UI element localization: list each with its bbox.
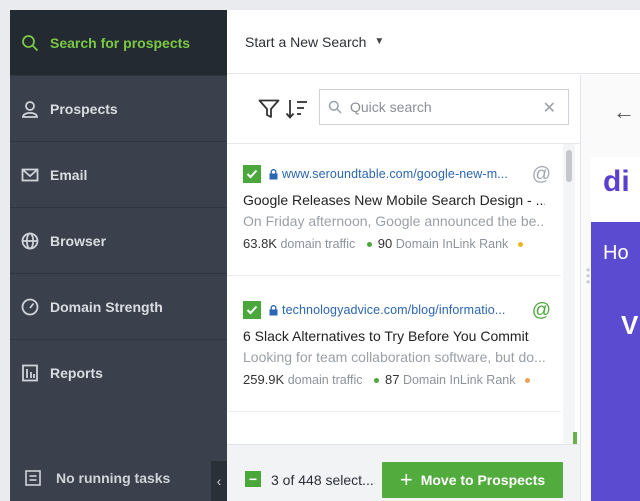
preview-banner: Ho V <box>591 222 640 501</box>
inlink-rank-label: Domain InLink Rank <box>395 237 509 251</box>
quick-search-input[interactable] <box>348 98 532 116</box>
search-icon <box>21 34 39 52</box>
lock-icon <box>269 304 278 315</box>
sidebar-item-domain-strength[interactable]: Domain Strength <box>10 274 227 340</box>
move-to-prospects-button[interactable]: + Move to Prospects <box>382 462 563 498</box>
check-icon <box>246 169 258 179</box>
search-icon <box>328 100 342 114</box>
domain-traffic-label: domain traffic <box>280 237 356 251</box>
result-checkbox[interactable] <box>243 301 261 319</box>
page-preview: di Ho V <box>591 157 640 501</box>
result-url[interactable]: www.seroundtable.com/google-new-m... <box>282 167 522 181</box>
sidebar-item-label: Reports <box>50 365 103 381</box>
domain-traffic-value: 259.9K <box>243 372 285 387</box>
tasks-icon <box>25 470 41 486</box>
preview-banner-text: Ho <box>603 242 629 264</box>
rank-dot-icon <box>366 241 372 247</box>
search-selector-label: Start a New Search <box>245 33 367 50</box>
move-to-prospects-label: Move to Prospects <box>420 472 546 488</box>
chevron-down-icon: ▼ <box>374 36 385 47</box>
selection-bar: − 3 of 448 select... + Move to Prospects <box>227 444 580 501</box>
clear-search-icon[interactable]: ✕ <box>543 98 556 118</box>
domain-traffic-label: domain traffic <box>287 373 363 387</box>
report-icon <box>21 364 39 382</box>
sidebar-item-label: Prospects <box>50 100 118 117</box>
status-dot-icon <box>524 377 530 383</box>
sidebar: Search for prospects Prospects Email Bro… <box>10 10 227 501</box>
result-stats: 63.8K domain traffic 90 Domain InLink Ra… <box>243 236 545 251</box>
quick-search-box: ✕ <box>319 89 569 125</box>
sidebar-item-search-for-prospects[interactable]: Search for prospects <box>10 10 227 76</box>
rank-dot-icon <box>373 377 379 383</box>
search-selector[interactable]: Start a New Search ▼ <box>227 10 640 74</box>
list-item[interactable]: technologyadvice.com/blog/informatio... … <box>227 280 561 412</box>
results-toolbar: ✕ <box>227 75 580 144</box>
filter-icon[interactable] <box>257 97 281 121</box>
result-checkbox[interactable] <box>243 165 261 183</box>
gauge-icon <box>21 298 39 316</box>
sidebar-item-label: Browser <box>50 232 107 249</box>
check-icon <box>246 305 258 315</box>
envelope-icon <box>21 166 39 184</box>
selection-count: 3 of 448 select... <box>271 472 374 488</box>
result-stats: 259.9K domain traffic 87 Domain InLink R… <box>243 372 545 387</box>
sort-icon[interactable] <box>285 97 309 121</box>
sidebar-item-label: Email <box>50 166 88 183</box>
result-description: On Friday afternoon, Google announced th… <box>243 213 545 229</box>
list-item[interactable]: www.seroundtable.com/google-new-m... @ G… <box>227 144 561 276</box>
results-panel: ✕ www.seroundtable.com/google-new-m... @… <box>227 75 581 501</box>
result-description: Looking for team collaboration software,… <box>243 349 545 365</box>
plus-icon: + <box>399 467 413 492</box>
inlink-rank-value: 87 <box>384 372 400 387</box>
globe-icon <box>21 232 39 250</box>
lock-icon <box>269 168 278 179</box>
results-list: www.seroundtable.com/google-new-m... @ G… <box>227 144 580 444</box>
resize-handle[interactable]: • • • <box>586 264 590 288</box>
sidebar-item-email[interactable]: Email <box>10 142 227 208</box>
collapse-sidebar-button[interactable]: ‹ <box>211 461 227 501</box>
user-icon <box>21 100 39 118</box>
sidebar-item-prospects[interactable]: Prospects <box>10 76 227 142</box>
email-found-icon[interactable]: @ <box>532 300 551 322</box>
domain-traffic-value: 63.8K <box>243 236 277 251</box>
result-url[interactable]: technologyadvice.com/blog/informatio... <box>282 303 522 317</box>
sidebar-item-label: Search for prospects <box>50 34 191 51</box>
preview-logo: di <box>603 165 630 198</box>
preview-banner-letter: V <box>621 310 639 340</box>
sidebar-item-label: Domain Strength <box>50 298 163 315</box>
scrollbar-thumb[interactable] <box>566 150 572 182</box>
task-status[interactable]: No running tasks <box>10 455 227 501</box>
result-title: 6 Slack Alternatives to Try Before You C… <box>243 328 529 344</box>
deselect-all-checkbox[interactable]: − <box>245 471 261 487</box>
sidebar-item-browser[interactable]: Browser <box>10 208 227 274</box>
sidebar-item-reports[interactable]: Reports <box>10 340 227 406</box>
email-status-icon[interactable]: @ <box>532 164 551 186</box>
result-title: Google Releases New Mobile Search Design… <box>243 192 545 208</box>
back-arrow-icon[interactable]: ← <box>613 99 635 125</box>
task-status-label: No running tasks <box>56 470 171 486</box>
inlink-rank-label: Domain InLink Rank <box>402 373 516 387</box>
selection-marker <box>573 432 577 444</box>
preview-panel: ← • • • di Ho V <box>581 75 640 501</box>
app-window: Search for prospects Prospects Email Bro… <box>10 10 640 501</box>
status-dot-icon <box>517 241 523 247</box>
inlink-rank-value: 90 <box>377 236 393 251</box>
scrollbar-track[interactable] <box>563 144 575 444</box>
